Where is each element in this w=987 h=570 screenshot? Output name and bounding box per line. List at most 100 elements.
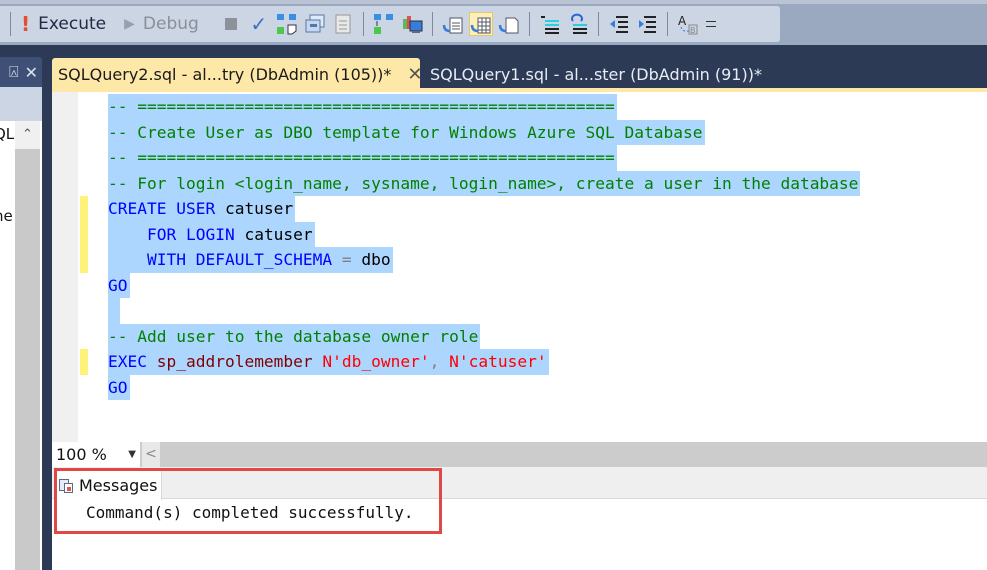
debug-play-icon: ▶: [124, 16, 135, 32]
code-token-kw: EXEC: [108, 352, 147, 371]
comment-lines-icon: [540, 16, 559, 34]
include-actual-plan-button[interactable]: [372, 12, 396, 36]
uncomment-lines-icon: [570, 13, 587, 34]
object-explorer-scrollbar[interactable]: ⌃: [15, 121, 40, 570]
scroll-up-chevron-icon[interactable]: ⌃: [15, 121, 40, 149]
toolbar-separator: [10, 12, 11, 36]
code-line[interactable]: WITH DEFAULT_SCHEMA = dbo: [108, 247, 860, 273]
code-line[interactable]: EXEC sp_addrolemember N'db_owner', N'cat…: [108, 349, 860, 375]
tab-sqlquery2[interactable]: SQLQuery2.sql - al...try (DbAdmin (105))…: [52, 58, 423, 90]
code-token-ident: [313, 352, 323, 371]
code-line[interactable]: -- For login <login_name, sysname, login…: [108, 170, 861, 196]
code-token-ident: catuser: [234, 224, 313, 244]
results-to-text-icon: [442, 17, 463, 34]
code-token-str: N'db_owner': [322, 352, 430, 371]
selected-text: WITH DEFAULT_SCHEMA = dbo: [108, 247, 393, 273]
code-token-ident: catuser: [215, 199, 294, 218]
display-estimated-plan-icon: [276, 14, 297, 35]
code-token-ident: [108, 301, 118, 320]
results-to-grid-button[interactable]: [468, 12, 493, 36]
comment-lines-button[interactable]: [538, 12, 562, 36]
object-explorer-panel: ⍓ ✕ QL ne ⌃: [0, 45, 42, 570]
code-line[interactable]: CREATE USER catuser: [108, 196, 860, 222]
change-marker: [80, 196, 88, 273]
tree-node-text[interactable]: ne: [0, 207, 13, 225]
selected-text: -- =====================================…: [108, 145, 617, 171]
messages-tab-label: Messages: [79, 476, 158, 495]
toolbar-separator: [528, 12, 530, 36]
increase-indent-icon: [638, 16, 656, 33]
zoom-level-value: 100 %: [56, 445, 107, 464]
selected-text: [108, 298, 120, 324]
uncomment-lines-button[interactable]: [566, 12, 590, 36]
intellisense-icon: [335, 14, 351, 34]
code-token-kw: GO: [108, 377, 128, 397]
scroll-left-arrow-icon[interactable]: <: [142, 442, 160, 467]
selected-text: -- Create User as DBO template for Windo…: [108, 119, 705, 145]
code-token-kw: FOR LOGIN: [146, 224, 235, 244]
sql-query-editor[interactable]: -- =====================================…: [52, 92, 987, 442]
code-token-str: N'catuser': [449, 352, 547, 371]
stop-button[interactable]: [219, 12, 243, 36]
increase-indent-button[interactable]: [635, 12, 659, 36]
toolbar-separator: [362, 12, 364, 36]
selected-text: FOR LOGIN catuser: [108, 221, 315, 247]
svg-text:A: A: [678, 14, 687, 28]
code-line[interactable]: -- Add user to the database owner role: [108, 323, 860, 349]
close-panel-icon[interactable]: ✕: [25, 63, 38, 82]
selected-text: EXEC sp_addrolemember N'db_owner', N'cat…: [108, 349, 549, 375]
code-line[interactable]: -- =====================================…: [108, 145, 860, 171]
selected-text: CREATE USER catuser: [108, 196, 296, 222]
code-token-kw: GO: [108, 275, 128, 295]
results-to-text-button[interactable]: [441, 12, 465, 36]
selected-text: GO: [108, 374, 130, 400]
code-token-kw: WITH DEFAULT_SCHEMA: [146, 250, 333, 269]
display-estimated-plan-button[interactable]: [275, 12, 299, 36]
tab-label: SQLQuery1.sql - al...ster (DbAdmin (91))…: [430, 64, 762, 84]
close-tab-icon[interactable]: ✕: [407, 64, 422, 85]
pin-icon[interactable]: ⍓: [9, 62, 19, 82]
code-token-ident: [147, 352, 157, 371]
tree-node-text[interactable]: QL: [0, 125, 14, 143]
intellisense-button[interactable]: [331, 12, 355, 36]
toolbar-buttons: ! Execute ▶ Debug ✓ A B: [0, 6, 780, 42]
toolbar-separator: [666, 12, 668, 36]
code-line[interactable]: GO: [108, 374, 860, 400]
zoom-level-dropdown[interactable]: 100 % ▼: [52, 442, 140, 467]
code-line[interactable]: [108, 298, 860, 324]
code-token-ident: dbo: [361, 250, 391, 269]
sql-editor-toolbar: ! Execute ▶ Debug ✓ A B: [0, 0, 987, 45]
tab-label: SQLQuery2.sql - al...try (DbAdmin (105))…: [58, 64, 392, 84]
specify-template-values-button[interactable]: AB: [676, 12, 700, 36]
editor-gutter: [52, 92, 78, 442]
code-line[interactable]: FOR LOGIN catuser: [108, 221, 860, 247]
live-query-stats-icon: [402, 16, 423, 33]
debug-button[interactable]: ▶ Debug: [120, 10, 203, 38]
results-to-file-button[interactable]: [497, 12, 521, 36]
code-token-ident: [108, 225, 147, 244]
result-message: Command(s) completed successfully.: [86, 503, 414, 522]
dropdown-arrow-icon: ▼: [128, 449, 136, 460]
tab-messages[interactable]: Messages: [54, 470, 162, 500]
code-token-comment: -- Create User as DBO template for Windo…: [108, 122, 703, 142]
decrease-indent-button[interactable]: [607, 12, 631, 36]
parse-button[interactable]: ✓: [247, 12, 271, 36]
messages-icon: [59, 478, 73, 493]
tab-sqlquery1[interactable]: SQLQuery1.sql - al...ster (DbAdmin (91))…: [424, 58, 768, 90]
code-token-ident: [108, 250, 147, 269]
code-line[interactable]: -- =====================================…: [108, 94, 860, 120]
execute-exclamation-icon: !: [21, 12, 31, 36]
object-explorer-header: ⍓ ✕: [0, 57, 42, 87]
change-marker: [80, 349, 88, 375]
code-line[interactable]: GO: [108, 272, 860, 298]
execute-label: Execute: [38, 14, 107, 34]
code-area[interactable]: -- =====================================…: [108, 94, 861, 400]
selected-text: -- For login <login_name, sysname, login…: [108, 170, 861, 196]
toolbar-overflow-icon[interactable]: [705, 21, 716, 27]
execute-button[interactable]: ! Execute: [17, 10, 110, 38]
decrease-indent-icon: [609, 16, 628, 33]
document-tabs: SQLQuery2.sql - al...try (DbAdmin (105))…: [52, 58, 987, 90]
live-query-stats-button[interactable]: [400, 12, 424, 36]
query-options-button[interactable]: [303, 12, 327, 36]
code-line[interactable]: -- Create User as DBO template for Windo…: [108, 119, 860, 145]
